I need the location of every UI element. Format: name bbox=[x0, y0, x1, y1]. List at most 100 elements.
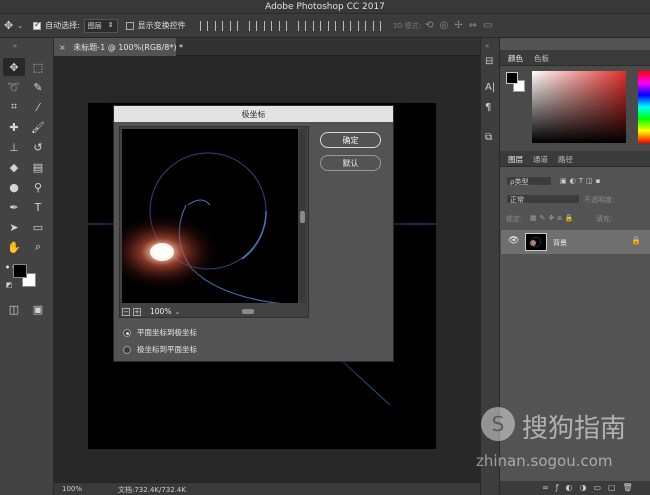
tab-color[interactable]: 颜色 bbox=[508, 53, 523, 64]
layers-panel-tabs: 图层 通道 路径 bbox=[500, 151, 650, 167]
ok-button[interactable]: 确定 bbox=[320, 132, 381, 148]
radio-polar-to-rect[interactable] bbox=[123, 345, 131, 354]
layer-name[interactable]: 背景 bbox=[553, 238, 567, 248]
move-icon[interactable]: ✥ bbox=[4, 19, 13, 32]
preview-vertical-scroll-thumb[interactable] bbox=[300, 211, 305, 223]
distribute-vcenter-icon[interactable] bbox=[312, 20, 321, 31]
clone-stamp-tool-icon[interactable]: ⊥ bbox=[3, 138, 25, 156]
preview-horizontal-scroll-thumb[interactable] bbox=[242, 309, 254, 314]
document-tab-bar: × 未标题-1 @ 100%(RGB/8*) * bbox=[54, 38, 480, 56]
roll-3d-icon[interactable]: ◎ bbox=[440, 20, 449, 31]
status-zoom[interactable]: 100% bbox=[62, 485, 82, 493]
option-polar-to-rect[interactable]: 极坐标到平面坐标 bbox=[123, 344, 197, 355]
color-fg-swatch[interactable] bbox=[506, 72, 518, 84]
align-top-icon[interactable] bbox=[199, 20, 208, 31]
move-tool-icon[interactable]: ✥ bbox=[3, 58, 25, 76]
mode-3d-tools: ⟲ ◎ ✢ ⇔ ▭ bbox=[425, 20, 492, 31]
layer-filter-icons[interactable]: ▣◐T◫▪ bbox=[560, 177, 603, 185]
default-button[interactable]: 默认 bbox=[320, 155, 381, 171]
blur-tool-icon[interactable]: ● bbox=[3, 178, 25, 196]
color-picker-field[interactable] bbox=[532, 71, 626, 143]
collapse-icon[interactable]: » bbox=[4, 42, 26, 50]
zoom-in-button[interactable]: + bbox=[133, 307, 141, 316]
character-panel-icon[interactable]: A| bbox=[485, 82, 495, 93]
distribute-top-icon[interactable] bbox=[297, 20, 306, 31]
blend-mode-value: 正常 bbox=[510, 196, 524, 204]
distribute-left-icon[interactable] bbox=[342, 20, 351, 31]
rectangle-tool-icon[interactable]: ▭ bbox=[27, 218, 49, 236]
app-title: Adobe Photoshop CC 2017 bbox=[265, 2, 385, 12]
default-colors-icon[interactable]: ◩ bbox=[3, 280, 15, 290]
option-rect-to-polar[interactable]: 平面坐标到极坐标 bbox=[123, 327, 197, 338]
pan-3d-icon[interactable]: ✢ bbox=[454, 20, 462, 31]
option-polar-to-rect-label: 极坐标到平面坐标 bbox=[137, 345, 197, 354]
properties-panel-icon[interactable]: ⊟ bbox=[485, 56, 493, 67]
distribute-right-icon[interactable] bbox=[372, 20, 381, 31]
slide-3d-icon[interactable]: ⇔ bbox=[469, 20, 477, 31]
lock-icon[interactable]: 🔒 bbox=[631, 236, 641, 245]
align-right-icon[interactable] bbox=[278, 20, 287, 31]
type-tool-icon[interactable]: T bbox=[27, 198, 49, 216]
paragraph-panel-icon[interactable]: ¶ bbox=[485, 102, 491, 113]
distribute-hcenter-icon[interactable] bbox=[357, 20, 366, 31]
quick-mask-icon[interactable]: ◫ bbox=[3, 300, 25, 318]
preview-artwork bbox=[122, 152, 281, 303]
align-vcenter-icon[interactable] bbox=[214, 20, 223, 31]
pen-tool-icon[interactable]: ✒ bbox=[3, 198, 25, 216]
orbit-3d-icon[interactable]: ⟲ bbox=[425, 20, 433, 31]
radio-rect-to-polar[interactable] bbox=[123, 328, 131, 337]
screen-mode-icon[interactable]: ▣ bbox=[27, 300, 49, 318]
layer-footer-icons[interactable]: ∞ƒ◐◑▭▢🗑 bbox=[542, 483, 640, 492]
brush-tool-icon[interactable]: 🖌 bbox=[27, 118, 49, 136]
hue-slider[interactable] bbox=[638, 71, 650, 143]
auto-select-checkbox[interactable] bbox=[33, 20, 42, 30]
color-panel-tabs: 颜色 色板 bbox=[500, 50, 650, 66]
status-bar: 100% 文档:732.4K/732.4K bbox=[54, 482, 480, 495]
close-icon[interactable]: × bbox=[59, 43, 66, 52]
healing-brush-tool-icon[interactable]: ✚ bbox=[3, 118, 25, 136]
lock-icons[interactable]: ▦✎✥⧈🔒 bbox=[530, 214, 577, 223]
eyedropper-tool-icon[interactable]: ⁄ bbox=[27, 98, 49, 116]
zoom-out-button[interactable]: − bbox=[122, 307, 130, 316]
dodge-tool-icon[interactable]: ⚲ bbox=[27, 178, 49, 196]
layer-filter-label: ρ类型 bbox=[510, 178, 529, 186]
scale-3d-icon[interactable]: ▭ bbox=[483, 20, 492, 31]
align-left-icon[interactable] bbox=[248, 20, 257, 31]
tab-swatches[interactable]: 色板 bbox=[534, 53, 549, 64]
tab-channels[interactable]: 通道 bbox=[533, 154, 548, 165]
history-panel-icon[interactable]: ⧉ bbox=[485, 132, 492, 143]
blend-mode-dropdown[interactable]: 正常 bbox=[506, 194, 580, 204]
document-tab[interactable]: × 未标题-1 @ 100%(RGB/8*) * bbox=[54, 38, 183, 56]
crop-tool-icon[interactable]: ⌗ bbox=[3, 98, 25, 116]
align-hcenter-icon[interactable] bbox=[263, 20, 272, 31]
path-select-tool-icon[interactable]: ➤ bbox=[3, 218, 25, 236]
foreground-color-swatch[interactable] bbox=[13, 264, 27, 278]
preview-zoom-value[interactable]: 100% bbox=[150, 307, 171, 316]
layer-row[interactable]: 👁 背景 🔒 bbox=[501, 230, 650, 254]
opacity-label: 不透明度: bbox=[584, 196, 615, 204]
show-transform-checkbox[interactable] bbox=[125, 21, 134, 30]
chevron-down-icon[interactable]: ⌄ bbox=[17, 22, 23, 30]
tab-layers[interactable]: 图层 bbox=[508, 154, 523, 165]
history-brush-tool-icon[interactable]: ↺ bbox=[27, 138, 49, 156]
gradient-tool-icon[interactable]: ▤ bbox=[27, 158, 49, 176]
eye-icon[interactable]: 👁 bbox=[508, 236, 519, 246]
zoom-tool-icon[interactable]: ⌕ bbox=[27, 238, 49, 256]
chevron-down-icon[interactable]: ⌄ bbox=[174, 308, 180, 316]
fill-label: 填充: bbox=[596, 215, 613, 223]
auto-select-dropdown[interactable]: 图层 ⇕ bbox=[83, 18, 118, 33]
eraser-tool-icon[interactable]: ◆ bbox=[3, 158, 25, 176]
hand-tool-icon[interactable]: ✋ bbox=[3, 238, 25, 256]
quick-select-tool-icon[interactable]: ✎ bbox=[27, 78, 49, 96]
tab-paths[interactable]: 路径 bbox=[558, 154, 573, 165]
layer-filter-dropdown[interactable]: ρ类型 bbox=[506, 176, 552, 186]
document-tab-title: 未标题-1 @ 100%(RGB/8*) * bbox=[73, 43, 183, 52]
status-doc-size[interactable]: 文档:732.4K/732.4K bbox=[118, 485, 186, 495]
distribute-bottom-icon[interactable] bbox=[327, 20, 336, 31]
align-bottom-icon[interactable] bbox=[229, 20, 238, 31]
collapse-icon[interactable]: « bbox=[485, 42, 489, 50]
preview-image[interactable] bbox=[122, 129, 298, 303]
marquee-tool-icon[interactable]: ⬚ bbox=[27, 58, 49, 76]
dialog-title: 极坐标 bbox=[114, 106, 393, 122]
lasso-tool-icon[interactable]: ➰ bbox=[3, 78, 25, 96]
